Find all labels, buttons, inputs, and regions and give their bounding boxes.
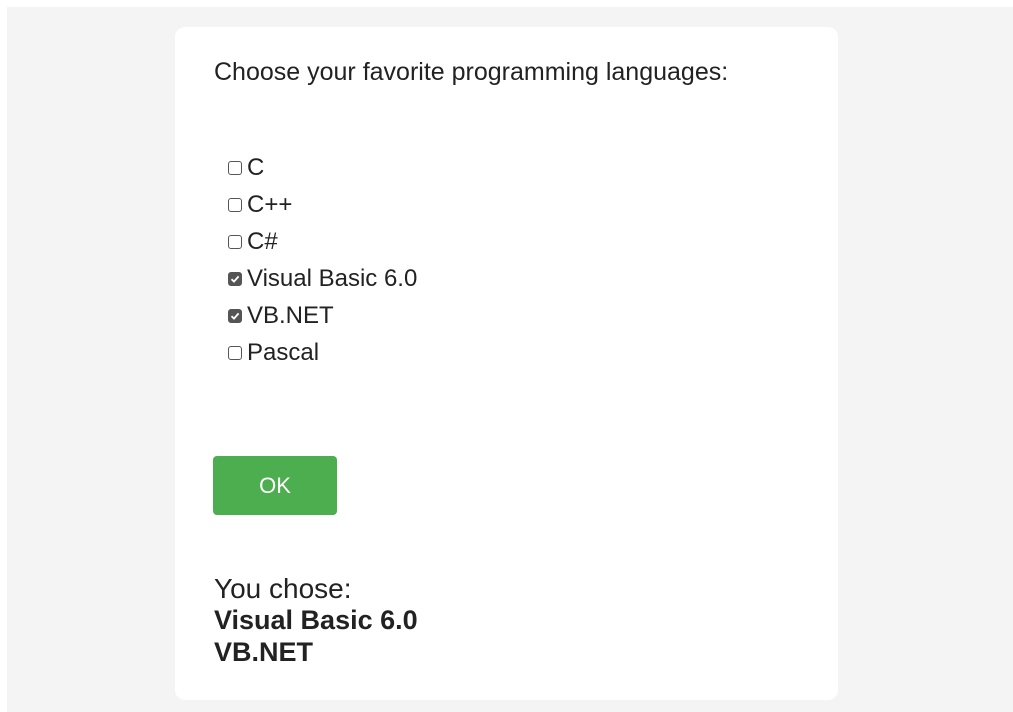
result-item: Visual Basic 6.0	[214, 605, 418, 635]
option-pascal[interactable]: Pascal	[228, 334, 417, 371]
checkbox[interactable]	[228, 308, 242, 323]
checkbox[interactable]	[228, 160, 242, 175]
form-prompt: Choose your favorite programming languag…	[214, 58, 729, 86]
option-label: C#	[247, 227, 278, 255]
option-csharp[interactable]: C#	[228, 223, 417, 260]
checkbox[interactable]	[228, 234, 242, 249]
result-label: You chose:	[214, 573, 352, 604]
option-label: C	[247, 153, 265, 181]
checkmark-icon	[230, 275, 240, 283]
option-c[interactable]: C	[228, 149, 417, 186]
checkbox[interactable]	[228, 345, 242, 360]
option-label: VB.NET	[247, 301, 334, 329]
page-background: Choose your favorite programming languag…	[7, 7, 1013, 712]
result-panel: You chose: Visual Basic 6.0 VB.NET	[214, 574, 418, 668]
option-vbnet[interactable]: VB.NET	[228, 297, 417, 334]
option-label: Visual Basic 6.0	[247, 264, 418, 292]
checkbox[interactable]	[228, 271, 242, 286]
checkbox[interactable]	[228, 197, 242, 212]
language-options: C C++ C# Visual Basic 6.0 VB.NET Pascal	[228, 149, 417, 371]
option-cpp[interactable]: C++	[228, 186, 417, 223]
checkmark-icon	[230, 312, 240, 320]
option-vb6[interactable]: Visual Basic 6.0	[228, 260, 417, 297]
option-label: C++	[247, 190, 293, 218]
ok-button[interactable]: OK	[213, 456, 337, 515]
result-item: VB.NET	[214, 637, 314, 667]
language-form-card: Choose your favorite programming languag…	[175, 27, 838, 700]
option-label: Pascal	[247, 338, 320, 366]
